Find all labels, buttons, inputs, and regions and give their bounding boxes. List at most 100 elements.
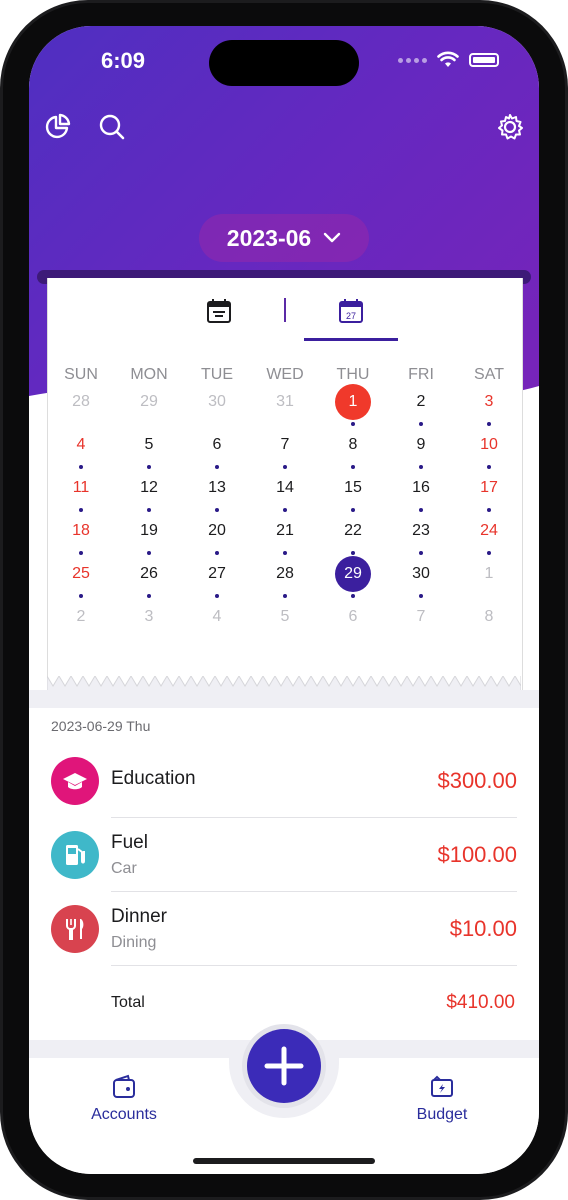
calendar-day[interactable]: 2 (61, 599, 101, 635)
day-number: 31 (276, 393, 294, 410)
calendar-view-tab[interactable]: 27 (336, 296, 366, 326)
day-number: 2 (76, 608, 86, 625)
weekday-label: TUE (201, 366, 233, 383)
calendar-day[interactable]: 16 (401, 470, 441, 506)
calendar-day[interactable]: 18 (61, 513, 101, 549)
day-number: 28 (276, 565, 294, 582)
day-number: 8 (348, 436, 358, 453)
calendar-day[interactable]: 3 (129, 599, 169, 635)
cellular-signal-icon (398, 57, 427, 63)
weekday-label: THU (336, 366, 370, 383)
pie-chart-icon[interactable] (43, 112, 73, 142)
transaction-indicator-dot (283, 551, 287, 555)
calendar-day[interactable]: 30 (197, 384, 237, 420)
transaction-indicator-dot (79, 508, 83, 512)
transaction-indicator-dot (351, 422, 355, 426)
day-number: 30 (412, 565, 430, 582)
gear-icon[interactable] (495, 112, 525, 142)
day-number: 13 (208, 479, 226, 496)
transaction-indicator-dot (147, 508, 151, 512)
calendar-day[interactable]: 15 (333, 470, 373, 506)
calendar-day[interactable]: 25 (61, 556, 101, 592)
search-icon[interactable] (97, 112, 127, 142)
day-number: 24 (480, 522, 498, 539)
calendar-card: 27 SUN MON TUE WED THU FRI SAT 28 29 30 31 1 2 3 4 5 6 7… (47, 278, 523, 690)
calendar-day[interactable]: 9 (401, 427, 441, 463)
calendar-day[interactable]: 23 (401, 513, 441, 549)
weekday-label: WED (266, 366, 304, 383)
calendar-day[interactable]: 3 (469, 384, 509, 420)
svg-text:27: 27 (346, 311, 356, 321)
calendar-day[interactable]: 31 (265, 384, 305, 420)
calendar-day[interactable]: 28 (265, 556, 305, 592)
calendar-day[interactable]: 10 (469, 427, 509, 463)
day-number: 9 (416, 436, 426, 453)
transaction-row[interactable]: Education $300.00 (51, 744, 517, 818)
calendar-day[interactable]: 28 (61, 384, 101, 420)
day-number: 7 (416, 608, 426, 625)
calendar-day[interactable]: 19 (129, 513, 169, 549)
weekday-label: MON (130, 366, 168, 383)
calendar-day[interactable]: 5 (129, 427, 169, 463)
day-number: 5 (144, 436, 154, 453)
transaction-row[interactable]: Dinner Dining $10.00 (51, 892, 517, 966)
calendar-day[interactable]: 17 (469, 470, 509, 506)
day-number: 30 (208, 393, 226, 410)
day-number: 11 (72, 479, 90, 496)
day-number: 4 (212, 608, 222, 625)
app-screen: 6:09 2023-06 27 SUN MON TUE WED THU FRI … (29, 26, 539, 1174)
day-number: 2 (416, 393, 426, 410)
calendar-day[interactable]: 8 (469, 599, 509, 635)
weekday-label: SUN (64, 366, 98, 383)
transaction-indicator-dot (351, 551, 355, 555)
calendar-day[interactable]: 12 (129, 470, 169, 506)
status-icons (398, 50, 499, 70)
calendar-day-selected[interactable]: 29 (333, 556, 373, 592)
transaction-indicator-dot (419, 508, 423, 512)
calendar-day[interactable]: 7 (401, 599, 441, 635)
day-number: 7 (280, 436, 290, 453)
tab-accounts[interactable]: Accounts (64, 1074, 184, 1124)
calendar-day[interactable]: 7 (265, 427, 305, 463)
transaction-category: Dinner (111, 906, 167, 927)
fuel-pump-icon (51, 831, 99, 879)
calendar-day[interactable]: 4 (61, 427, 101, 463)
transaction-indicator-dot (487, 465, 491, 469)
add-transaction-button[interactable] (247, 1029, 321, 1103)
calendar-day[interactable]: 14 (265, 470, 305, 506)
transaction-category: Education (111, 768, 196, 789)
calendar-day[interactable]: 21 (265, 513, 305, 549)
calendar-day-today[interactable]: 1 (333, 384, 373, 420)
calendar-day[interactable]: 2 (401, 384, 441, 420)
calendar-day[interactable]: 8 (333, 427, 373, 463)
calendar-day[interactable]: 6 (197, 427, 237, 463)
transaction-row[interactable]: Fuel Car $100.00 (51, 818, 517, 892)
calendar-day[interactable]: 30 (401, 556, 441, 592)
calendar-day[interactable]: 1 (469, 556, 509, 592)
home-indicator (193, 1158, 375, 1164)
calendar-day[interactable]: 4 (197, 599, 237, 635)
transaction-subcategory: Car (111, 860, 137, 877)
calendar-day[interactable]: 20 (197, 513, 237, 549)
calendar-day[interactable]: 29 (129, 384, 169, 420)
calendar-day[interactable]: 27 (197, 556, 237, 592)
calendar-day[interactable]: 26 (129, 556, 169, 592)
tab-budget[interactable]: Budget (382, 1074, 502, 1124)
transaction-indicator-dot (351, 465, 355, 469)
calendar-day[interactable]: 22 (333, 513, 373, 549)
tab-divider (284, 298, 286, 322)
month-label: 2023-06 (226, 224, 312, 251)
calendar-day[interactable]: 5 (265, 599, 305, 635)
calendar-day[interactable]: 24 (469, 513, 509, 549)
day-number: 10 (480, 436, 498, 453)
month-selector[interactable]: 2023-06 (199, 214, 369, 262)
transaction-subcategory: Dining (111, 934, 157, 951)
list-view-tab[interactable] (204, 296, 234, 326)
calendar-day[interactable]: 13 (197, 470, 237, 506)
calendar-day[interactable]: 6 (333, 599, 373, 635)
day-number: 29 (344, 565, 362, 582)
total-amount: $410.00 (446, 992, 515, 1013)
calendar-day[interactable]: 11 (61, 470, 101, 506)
section-separator (29, 690, 539, 708)
transaction-indicator-dot (487, 551, 491, 555)
